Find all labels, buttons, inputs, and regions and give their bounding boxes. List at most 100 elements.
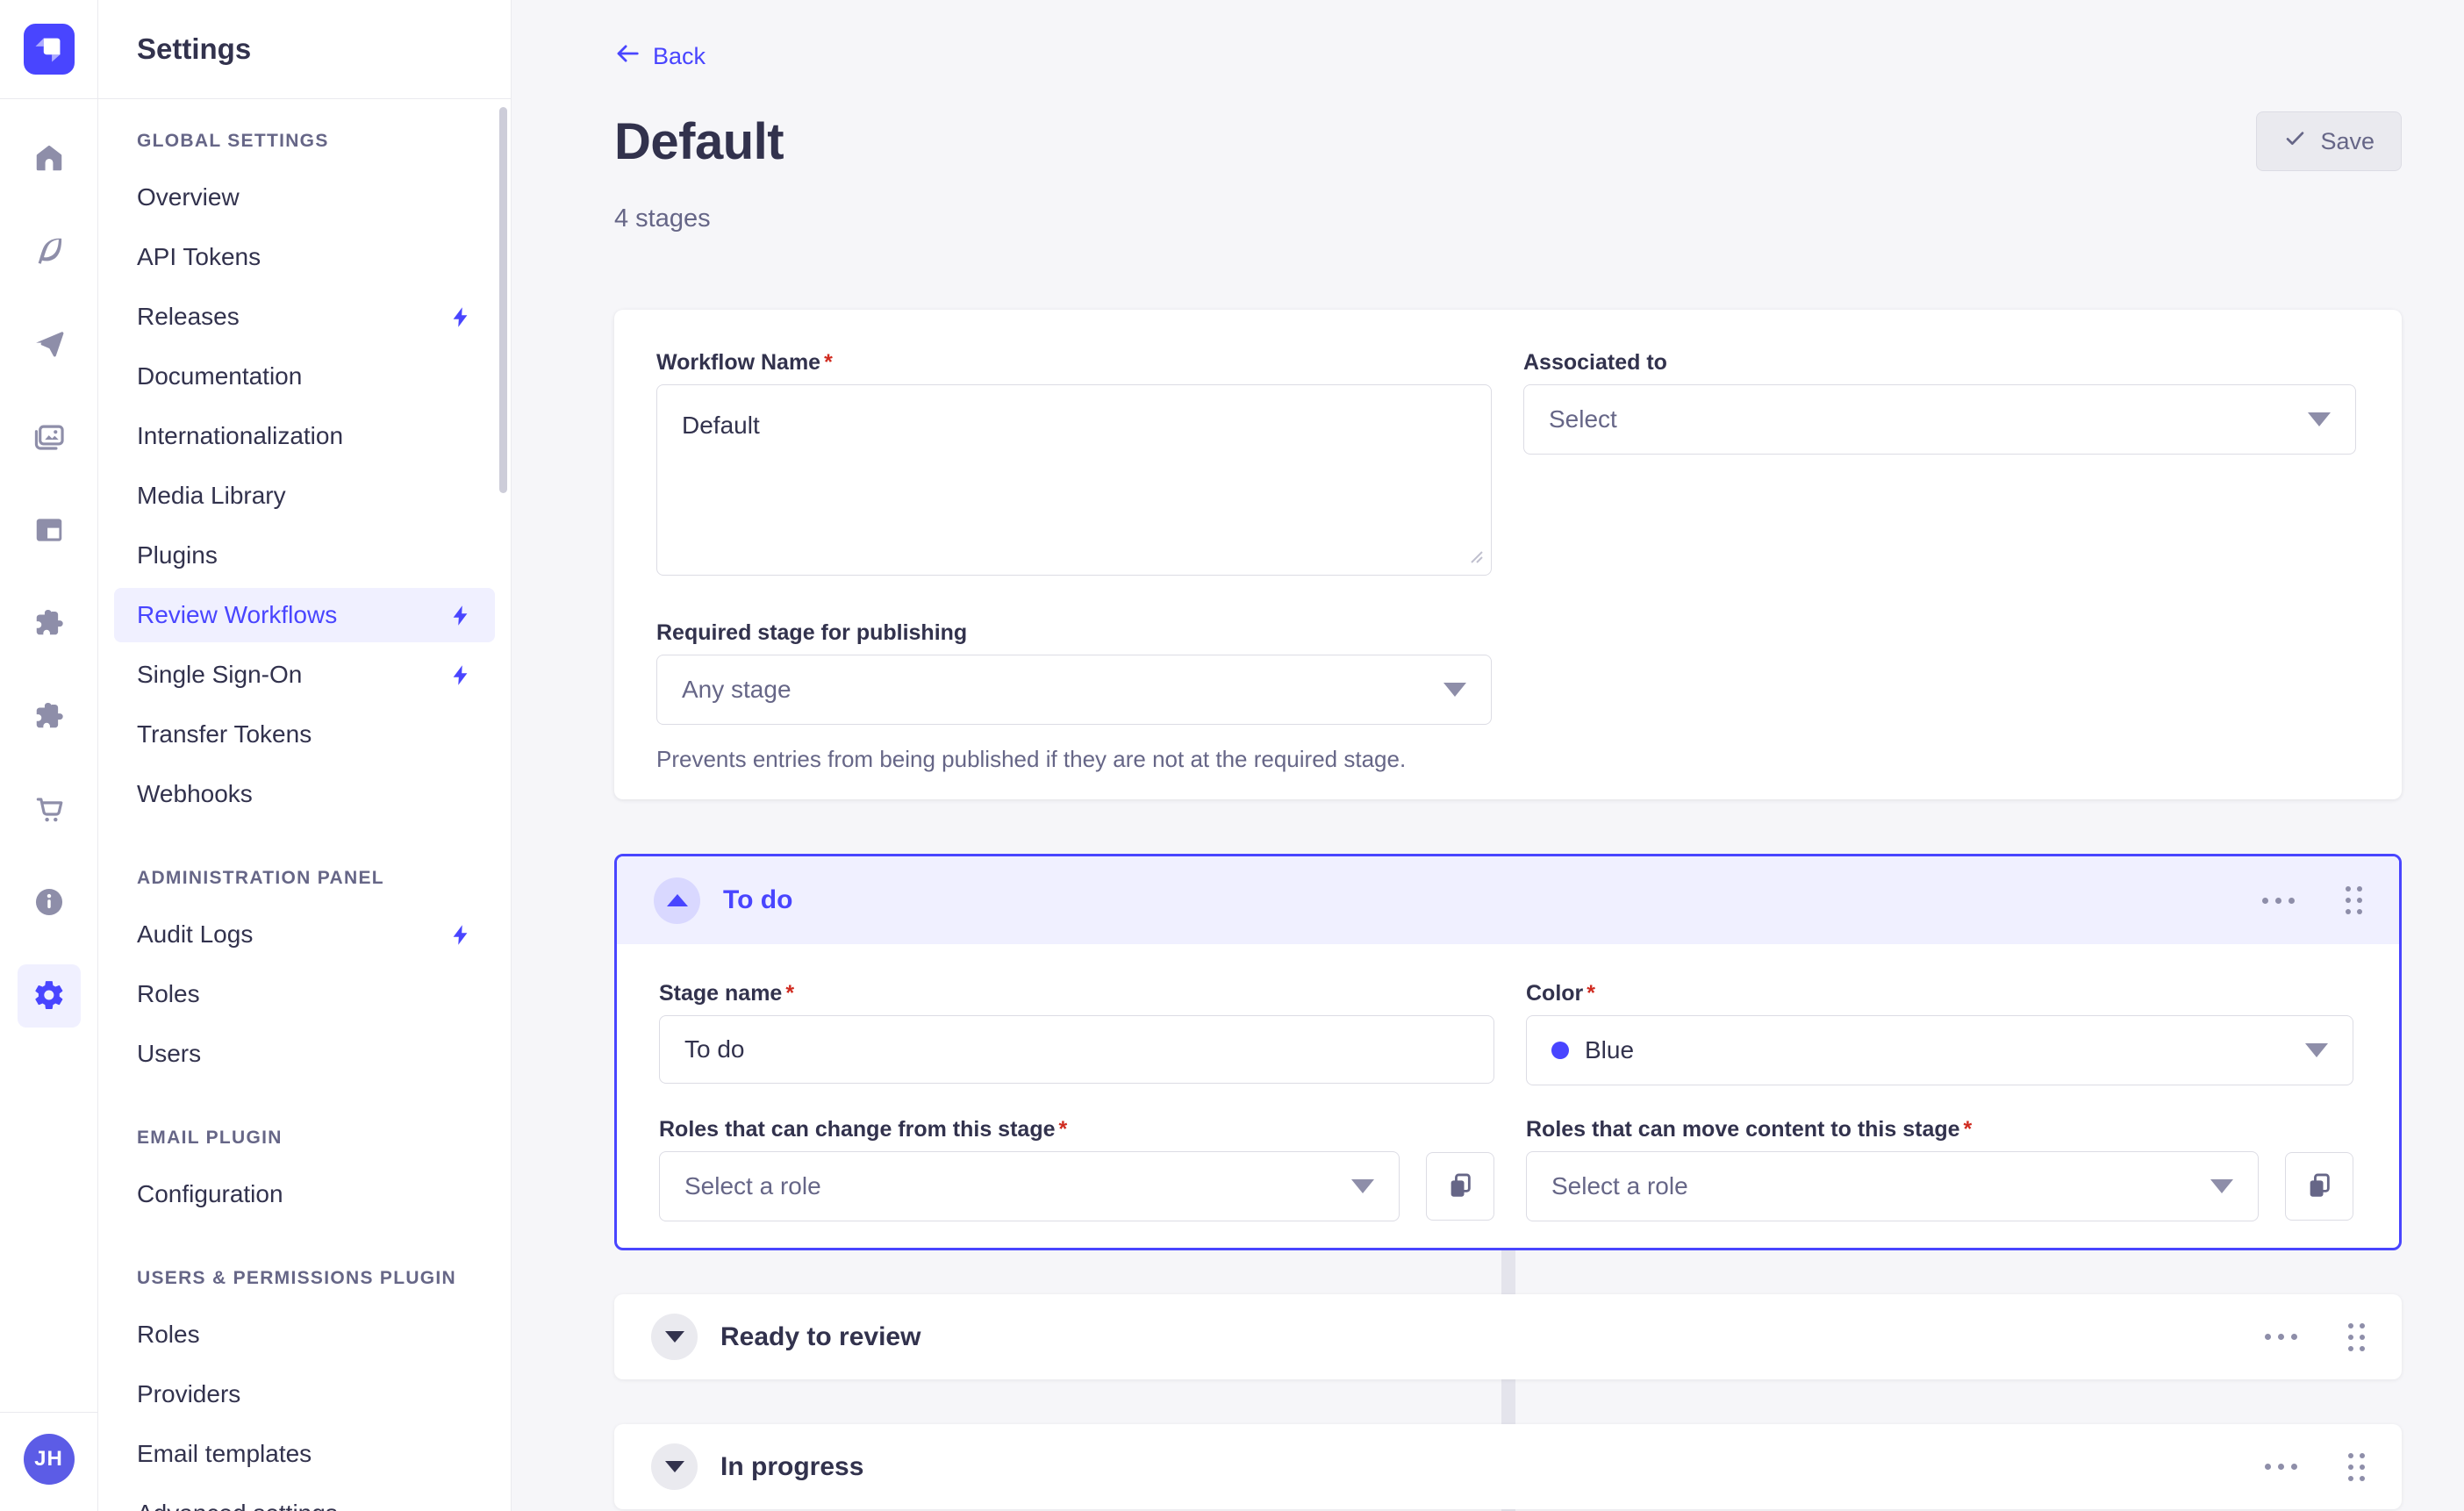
rail-button-purchase[interactable] (18, 778, 81, 841)
nav-item-label: Internationalization (137, 422, 343, 450)
nav-item-up-providers[interactable]: Providers (114, 1367, 495, 1421)
breadcrumb: Back (614, 40, 2402, 73)
nav-item-up-advanced-settings[interactable]: Advanced settings (114, 1486, 495, 1511)
roles-change-label: Roles that can change from this stage (659, 1117, 1056, 1142)
stage-title: Ready to review (720, 1322, 920, 1352)
settings-nav: Settings GLOBAL SETTINGS Overview API To… (98, 0, 512, 1511)
collapse-stage-button[interactable] (654, 877, 700, 924)
nav-section-header: USERS & PERMISSIONS PLUGIN (114, 1261, 495, 1296)
rail-button-content-type-builder[interactable] (18, 220, 81, 283)
required-stage-field: Required stage for publishing Any stage … (656, 620, 1492, 773)
nav-item-single-sign-on[interactable]: Single Sign-On (114, 648, 495, 702)
rail-button-settings[interactable] (18, 964, 81, 1028)
required-stage-select[interactable]: Any stage (656, 655, 1492, 725)
nav-item-internationalization[interactable]: Internationalization (114, 409, 495, 463)
settings-nav-list: GLOBAL SETTINGS Overview API Tokens Rele… (98, 99, 511, 1511)
roles-change-select[interactable]: Select a role (659, 1151, 1400, 1221)
chevron-down-icon (2210, 1179, 2233, 1193)
resize-handle-icon[interactable] (1465, 546, 1485, 569)
page-title: Default (614, 112, 784, 171)
paper-plane-icon (32, 327, 66, 363)
lightning-icon (448, 923, 472, 947)
apply-to-all-stages-button[interactable] (1426, 1152, 1494, 1221)
rail-button-media-library[interactable] (18, 406, 81, 469)
drag-handle-icon[interactable] (2346, 886, 2362, 914)
nav-item-review-workflows[interactable]: Review Workflows (114, 588, 495, 642)
apply-to-all-stages-button[interactable] (2285, 1152, 2353, 1221)
stage-header: To do (617, 856, 2399, 944)
color-label: Color (1526, 981, 1583, 1006)
stage-card-ready-to-review: Ready to review (614, 1294, 2402, 1379)
back-link[interactable]: Back (614, 40, 706, 73)
nav-item-transfer-tokens[interactable]: Transfer Tokens (114, 707, 495, 762)
gear-icon (32, 978, 66, 1014)
associated-to-label: Associated to (1523, 350, 1667, 376)
user-avatar[interactable]: JH (24, 1434, 75, 1485)
app-logo[interactable] (0, 0, 97, 99)
nav-item-label: Media Library (137, 482, 286, 510)
workflow-name-field: Workflow Name* Default (656, 350, 1492, 580)
nav-item-admin-users[interactable]: Users (114, 1027, 495, 1081)
nav-item-media-library[interactable]: Media Library (114, 469, 495, 523)
nav-item-plugins[interactable]: Plugins (114, 528, 495, 583)
workflow-settings-card: Workflow Name* Default Associated to Sel… (614, 310, 2402, 799)
nav-item-webhooks[interactable]: Webhooks (114, 767, 495, 821)
rail-button-home[interactable] (18, 127, 81, 190)
drag-handle-icon[interactable] (2348, 1323, 2365, 1351)
select-value: Any stage (682, 676, 791, 704)
nav-item-label: Providers (137, 1380, 240, 1408)
expand-stage-button[interactable] (651, 1443, 698, 1490)
main-nav-rail: JH (0, 0, 98, 1511)
more-options-icon[interactable] (2265, 1464, 2297, 1470)
drag-handle-icon[interactable] (2348, 1453, 2365, 1481)
page-header: Default Save (614, 111, 2402, 171)
stage-body: Stage name* Color* Blue (617, 944, 2399, 1248)
stage-title: To do (723, 885, 792, 915)
back-label: Back (653, 43, 706, 70)
nav-item-documentation[interactable]: Documentation (114, 349, 495, 404)
layout-icon (32, 513, 66, 549)
nav-scrollbar-thumb[interactable] (499, 107, 507, 493)
nav-item-overview[interactable]: Overview (114, 170, 495, 225)
more-options-icon[interactable] (2265, 1334, 2297, 1340)
rail-button-plugins[interactable] (18, 592, 81, 655)
strapi-logo-icon (24, 24, 75, 75)
stage-name-label: Stage name (659, 981, 782, 1006)
info-icon (32, 885, 66, 921)
save-button[interactable]: Save (2256, 111, 2402, 171)
roles-change-field: Roles that can change from this stage* S… (659, 1117, 1494, 1221)
nav-item-up-roles[interactable]: Roles (114, 1307, 495, 1362)
puzzle-icon (32, 606, 66, 642)
nav-item-up-email-templates[interactable]: Email templates (114, 1427, 495, 1481)
rail-button-marketplace[interactable] (18, 685, 81, 748)
more-options-icon[interactable] (2262, 898, 2295, 904)
stage-name-input[interactable] (659, 1015, 1494, 1084)
nav-item-label: Email templates (137, 1440, 312, 1468)
stage-title: In progress (720, 1452, 863, 1482)
expand-stage-button[interactable] (651, 1314, 698, 1360)
nav-item-api-tokens[interactable]: API Tokens (114, 230, 495, 284)
nav-item-label: Audit Logs (137, 920, 253, 949)
rail-button-deploy[interactable] (18, 313, 81, 376)
nav-item-audit-logs[interactable]: Audit Logs (114, 907, 495, 962)
roles-move-select[interactable]: Select a role (1526, 1151, 2259, 1221)
associated-to-select[interactable]: Select (1523, 384, 2356, 455)
rail-button-content-manager[interactable] (18, 499, 81, 562)
nav-section-header: GLOBAL SETTINGS (114, 124, 495, 159)
stage-card-to-do: To do Stage name* Color* (614, 854, 2402, 1250)
nav-item-releases[interactable]: Releases (114, 290, 495, 344)
color-value: Blue (1585, 1036, 1634, 1064)
color-select[interactable]: Blue (1526, 1015, 2353, 1085)
nav-item-admin-roles[interactable]: Roles (114, 967, 495, 1021)
settings-nav-header: Settings (98, 0, 511, 99)
rail-button-information[interactable] (18, 871, 81, 935)
lightning-icon (448, 604, 472, 627)
workflow-name-input[interactable]: Default (656, 384, 1492, 576)
lightning-icon (448, 663, 472, 687)
nav-item-label: Single Sign-On (137, 661, 302, 689)
settings-title: Settings (137, 32, 251, 66)
save-label: Save (2320, 128, 2374, 155)
nav-section-global-settings: GLOBAL SETTINGS Overview API Tokens Rele… (114, 124, 495, 821)
nav-item-email-configuration[interactable]: Configuration (114, 1167, 495, 1221)
nav-section-email-plugin: EMAIL PLUGIN Configuration (114, 1121, 495, 1221)
